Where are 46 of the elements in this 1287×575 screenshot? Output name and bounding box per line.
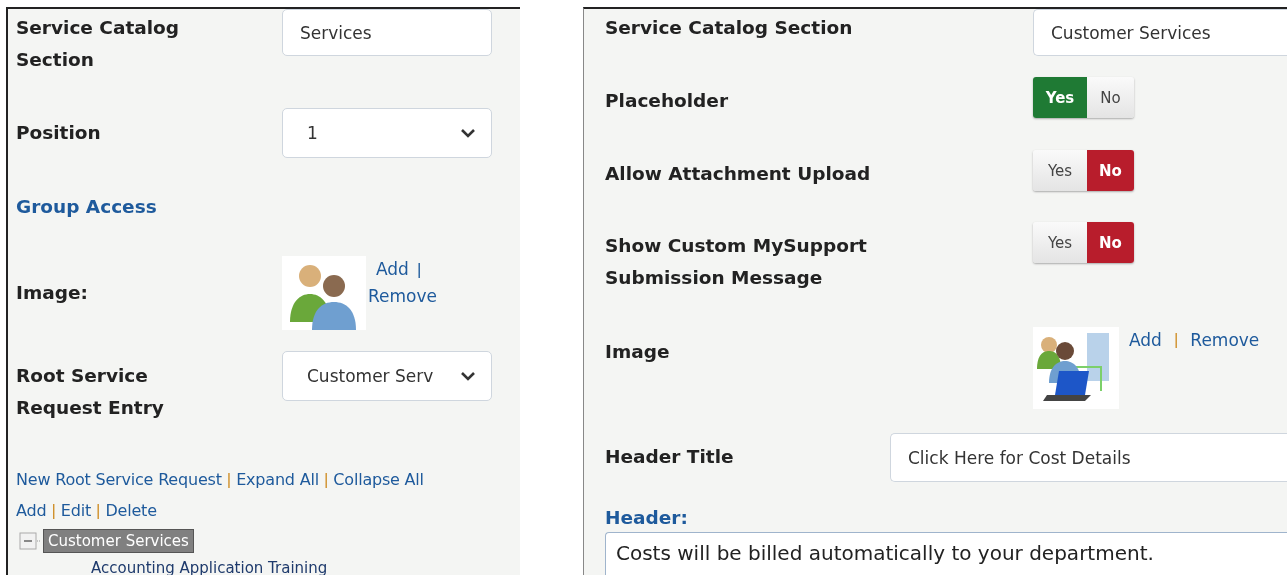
group-access-link[interactable]: Group Access (16, 191, 157, 223)
tree-action-link[interactable]: Add (16, 497, 47, 524)
header-editor[interactable]: Costs will be billed automatically to your department. (605, 532, 1287, 575)
tree-action-link[interactable]: Delete (105, 497, 157, 524)
field-label: Service Catalog Section (16, 16, 181, 72)
field-label: Header: (605, 506, 689, 530)
field-label: Header Title (605, 445, 735, 469)
field-label: Image (605, 340, 671, 364)
toggle-option[interactable]: No (1087, 150, 1134, 191)
toggle-option[interactable]: Yes (1033, 150, 1087, 191)
text-field[interactable]: Services (282, 9, 492, 56)
field-label: Image: (16, 280, 89, 305)
toggle-option[interactable]: Yes (1033, 222, 1087, 263)
user-computer-icon (1033, 327, 1119, 409)
field-label: Position (16, 121, 102, 145)
select-field[interactable]: Customer Serv (282, 351, 492, 401)
chevron-down-icon (461, 371, 475, 381)
collapse-icon[interactable] (19, 531, 41, 551)
field-label: Root Service Request Entry (16, 364, 165, 420)
toggle-option[interactable]: No (1087, 222, 1134, 263)
remove-link[interactable]: Remove (1190, 327, 1260, 353)
add-link[interactable]: Add (376, 258, 409, 279)
tree-action-link[interactable]: New Root Service Request (16, 466, 222, 493)
tree-item[interactable]: Customer Services (43, 529, 194, 553)
add-link[interactable]: Add (1129, 327, 1162, 353)
field-label: Service Catalog Section (605, 16, 854, 40)
link-separator: | (226, 468, 232, 491)
text-field[interactable]: Customer Services (1033, 9, 1287, 56)
text-field[interactable]: Click Here for Cost Details (890, 433, 1287, 482)
select-field[interactable]: 1 (282, 108, 492, 158)
link-separator: | (416, 259, 422, 279)
link-separator: | (323, 468, 329, 491)
toggle-option[interactable]: Yes (1033, 77, 1087, 118)
link-separator: | (1173, 329, 1179, 351)
field-label: Placeholder (605, 89, 730, 113)
tree-action-link[interactable]: Collapse All (333, 466, 424, 493)
remove-link[interactable]: Remove (368, 282, 437, 309)
people-icon (282, 255, 366, 330)
tree-action-link[interactable]: Expand All (236, 466, 319, 493)
toggle-option[interactable]: No (1087, 77, 1134, 118)
field-label: Show Custom MySupport Submission Message (605, 234, 868, 290)
field-label: Allow Attachment Upload (605, 162, 872, 186)
link-separator: | (51, 499, 56, 522)
link-separator: | (96, 499, 101, 522)
tree-action-link[interactable]: Edit (60, 497, 91, 524)
chevron-down-icon (461, 128, 475, 138)
